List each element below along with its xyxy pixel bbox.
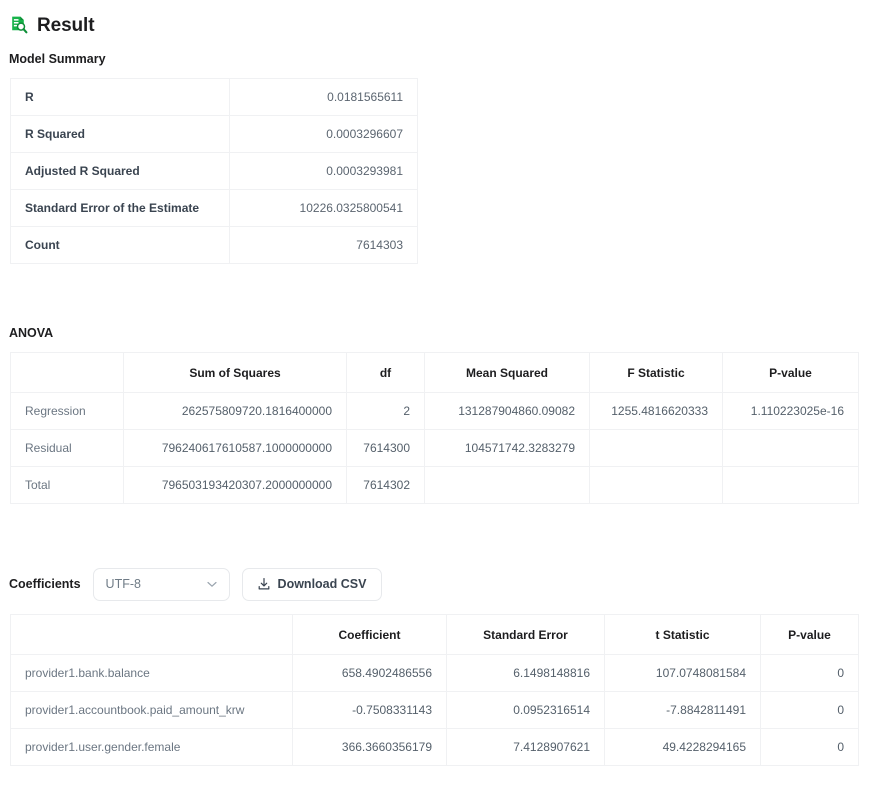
coefficients-heading: Coefficients (9, 577, 81, 591)
coefficients-toolbar: Coefficients UTF-8 Download CSV (0, 566, 875, 602)
download-csv-button[interactable]: Download CSV (241, 567, 383, 601)
table-row: Total 796503193420307.2000000000 7614302 (10, 466, 859, 504)
coefficients-coefficient: -0.7508331143 (292, 691, 447, 729)
coefficients-col-standard-error: Standard Error (446, 614, 605, 655)
coefficients-p-value: 0 (760, 654, 859, 692)
anova-col-sum-of-squares: Sum of Squares (123, 352, 347, 393)
coefficients-standard-error: 0.0952316514 (446, 691, 605, 729)
page-title-label: Result (37, 14, 95, 36)
model-summary-value: 0.0003296607 (229, 115, 418, 153)
anova-df: 7614302 (346, 466, 425, 504)
coefficients-coefficient: 366.3660356179 (292, 728, 447, 766)
anova-row-label: Residual (10, 429, 124, 467)
anova-f-statistic: 1255.4816620333 (589, 392, 723, 430)
coefficients-col-p-value: P-value (760, 614, 859, 655)
coefficients-p-value: 0 (760, 691, 859, 729)
anova-heading: ANOVA (9, 326, 54, 340)
table-row: provider1.bank.balance 658.4902486556 6.… (10, 654, 859, 692)
anova-col-blank (10, 352, 124, 393)
anova-col-df: df (346, 352, 425, 393)
table-row: R 0.0181565611 (10, 78, 418, 116)
coefficients-p-value: 0 (760, 728, 859, 766)
anova-p-value (722, 466, 859, 504)
table-row: Residual 796240617610587.1000000000 7614… (10, 429, 859, 467)
coefficients-row-label: provider1.user.gender.female (10, 728, 293, 766)
coefficients-standard-error: 6.1498148816 (446, 654, 605, 692)
coefficients-col-t-statistic: t Statistic (604, 614, 761, 655)
anova-table: Sum of Squares df Mean Squared F Statist… (10, 352, 859, 504)
anova-row-label: Total (10, 466, 124, 504)
page-title: Result (0, 10, 875, 40)
report-search-icon (9, 15, 29, 35)
coefficients-row-label: provider1.bank.balance (10, 654, 293, 692)
anova-col-p-value: P-value (722, 352, 859, 393)
model-summary-table: R 0.0181565611 R Squared 0.0003296607 Ad… (10, 78, 418, 264)
result-page: Result Model Summary R 0.0181565611 R Sq… (0, 0, 875, 766)
table-row: R Squared 0.0003296607 (10, 115, 418, 153)
model-summary-value: 0.0003293981 (229, 152, 418, 190)
coefficients-standard-error: 7.4128907621 (446, 728, 605, 766)
model-summary-label: R (10, 78, 230, 116)
model-summary-heading: Model Summary (9, 52, 106, 66)
anova-row-label: Regression (10, 392, 124, 430)
anova-p-value: 1.110223025e-16 (722, 392, 859, 430)
coefficients-coefficient: 658.4902486556 (292, 654, 447, 692)
download-icon (257, 577, 271, 591)
anova-df: 7614300 (346, 429, 425, 467)
anova-f-statistic (589, 429, 723, 467)
table-row: provider1.accountbook.paid_amount_krw -0… (10, 691, 859, 729)
coefficients-t-statistic: 49.4228294165 (604, 728, 761, 766)
coefficients-col-coefficient: Coefficient (292, 614, 447, 655)
anova-mean-squared: 104571742.3283279 (424, 429, 590, 467)
coefficients-table: Coefficient Standard Error t Statistic P… (10, 614, 859, 766)
table-row: Regression 262575809720.1816400000 2 131… (10, 392, 859, 430)
table-header-row: Coefficient Standard Error t Statistic P… (10, 614, 859, 655)
table-row: provider1.user.gender.female 366.3660356… (10, 728, 859, 766)
coefficients-col-blank (10, 614, 293, 655)
anova-df: 2 (346, 392, 425, 430)
model-summary-value: 7614303 (229, 226, 418, 264)
anova-f-statistic (589, 466, 723, 504)
anova-sum-of-squares: 796503193420307.2000000000 (123, 466, 347, 504)
coefficients-t-statistic: -7.8842811491 (604, 691, 761, 729)
anova-col-f-statistic: F Statistic (589, 352, 723, 393)
table-row: Count 7614303 (10, 226, 418, 264)
model-summary-value: 0.0181565611 (229, 78, 418, 116)
download-csv-label: Download CSV (277, 577, 367, 591)
anova-p-value (722, 429, 859, 467)
table-row: Adjusted R Squared 0.0003293981 (10, 152, 418, 190)
table-header-row: Sum of Squares df Mean Squared F Statist… (10, 352, 859, 393)
model-summary-label: Count (10, 226, 230, 264)
model-summary-label: Adjusted R Squared (10, 152, 230, 190)
table-row: Standard Error of the Estimate 10226.032… (10, 189, 418, 227)
encoding-select-value: UTF-8 (105, 577, 141, 591)
anova-sum-of-squares: 262575809720.1816400000 (123, 392, 347, 430)
anova-mean-squared (424, 466, 590, 504)
model-summary-label: R Squared (10, 115, 230, 153)
anova-sum-of-squares: 796240617610587.1000000000 (123, 429, 347, 467)
anova-col-mean-squared: Mean Squared (424, 352, 590, 393)
model-summary-value: 10226.0325800541 (229, 189, 418, 227)
chevron-down-icon (206, 578, 218, 590)
anova-mean-squared: 131287904860.09082 (424, 392, 590, 430)
encoding-select[interactable]: UTF-8 (92, 567, 230, 601)
coefficients-t-statistic: 107.0748081584 (604, 654, 761, 692)
coefficients-row-label: provider1.accountbook.paid_amount_krw (10, 691, 293, 729)
model-summary-label: Standard Error of the Estimate (10, 189, 230, 227)
